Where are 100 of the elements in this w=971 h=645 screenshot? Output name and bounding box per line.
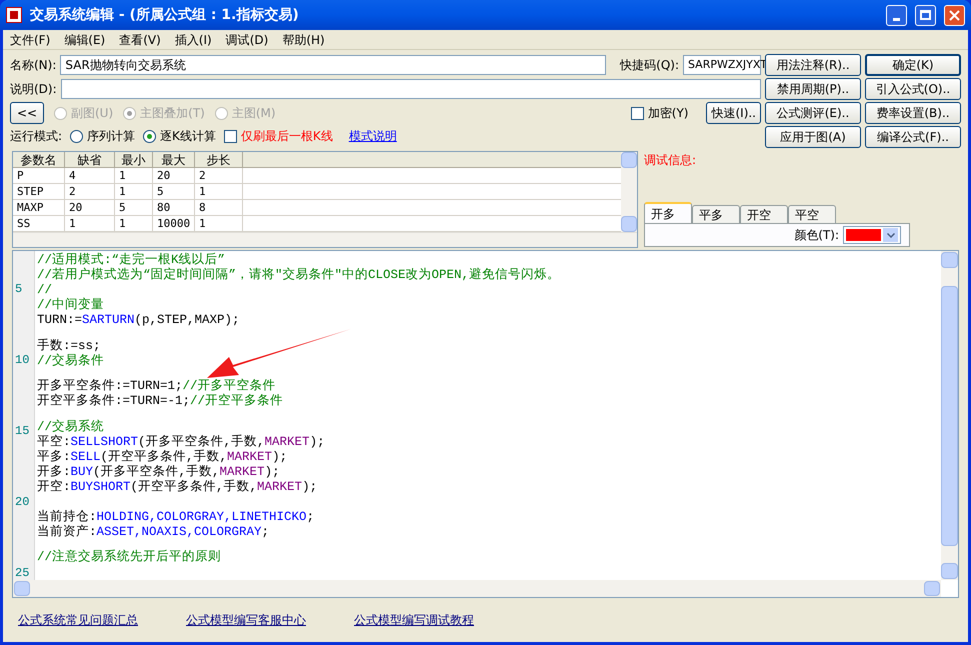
table-cell: 5 (153, 184, 195, 200)
dialog-button[interactable]: 应用于图(A) (765, 126, 861, 148)
code-text: ); (302, 478, 318, 496)
signal-tab[interactable]: 平多 (692, 205, 740, 223)
dialog-button[interactable]: 编译公式(F).. (865, 126, 961, 148)
collapse-button[interactable]: << (10, 102, 44, 124)
color-dropdown[interactable] (843, 226, 901, 244)
code-text: (开多平空条件,手数, (138, 434, 265, 450)
quick-button[interactable]: 快速(I).. (706, 102, 761, 124)
maximize-button[interactable] (915, 4, 936, 26)
minimize-button[interactable] (886, 4, 907, 26)
help-link[interactable]: 公式系统常见问题汇总 (18, 611, 138, 629)
close-button[interactable] (944, 4, 965, 26)
horizontal-scrollbar[interactable] (13, 580, 941, 597)
code-comment: //适用模式:“走完一根K线以后” (37, 252, 226, 268)
radio-label: 副图(U) (71, 105, 114, 122)
radio-label: 逐K线计算 (160, 128, 216, 145)
column-header[interactable]: 最小 (115, 152, 153, 168)
code-text: 开多: (37, 464, 71, 480)
table-cell: 80 (153, 200, 195, 216)
dialog-button[interactable]: 用法注释(R).. (765, 54, 861, 76)
menu-item[interactable]: 文件(F) (10, 30, 50, 48)
name-field[interactable]: SAR抛物转向交易系统 (60, 55, 606, 75)
code-text: ); (264, 464, 280, 481)
radio-label: 主图叠加(T) (140, 105, 205, 122)
code-text: (开空平多条件,手数, (100, 448, 228, 464)
column-header[interactable]: 最大 (153, 152, 195, 168)
shortcut-label: 快捷码(Q): (620, 57, 679, 74)
code-text: 开空平多条件:=TURN=-1; (37, 392, 190, 410)
line-number: 5 (15, 280, 22, 298)
code-keyword: SELLSHORT (70, 434, 138, 450)
menu-item[interactable]: 帮助(H) (282, 30, 325, 48)
code-text: ); (272, 448, 288, 466)
table-cell: 1 (115, 168, 153, 184)
description-field[interactable] (60, 79, 761, 99)
code-constant: MARKET (257, 478, 302, 496)
checkbox-label: 仅刷最后一根K线 (240, 128, 333, 145)
column-header[interactable]: 缺省 (65, 152, 115, 168)
signal-tab[interactable]: 开空 (740, 205, 788, 223)
dialog-button[interactable]: 确定(K) (865, 54, 961, 76)
line-number: 15 (15, 422, 30, 440)
checkbox[interactable] (224, 130, 237, 142)
mode-link[interactable]: 模式说明 (348, 127, 397, 145)
table-cell: 1 (195, 184, 243, 200)
column-header[interactable]: 步长 (195, 152, 243, 168)
code-keyword: HOLDING,COLORGRAY,LINETHICKO (96, 508, 307, 526)
radio-label: 主图(M) (232, 105, 276, 122)
table-cell: 2 (195, 168, 243, 184)
help-link[interactable]: 公式模型编写客服中心 (186, 611, 306, 629)
color-label: 颜色(T): (794, 227, 839, 244)
signal-tab[interactable]: 平空 (788, 205, 836, 223)
code-keyword: BUY (70, 464, 94, 481)
code-comment: //交易系统 (37, 418, 104, 434)
radio-button[interactable] (143, 130, 156, 142)
run-mode-label: 运行模式: (10, 128, 62, 145)
column-header[interactable]: 参数名 (13, 152, 65, 168)
code-text: 开空: (37, 478, 71, 496)
table-cell: STEP (13, 184, 65, 200)
vertical-scrollbar[interactable] (941, 251, 958, 580)
debug-info-label: 调试信息: (644, 152, 698, 169)
signal-tab[interactable]: 开多 (644, 202, 692, 223)
code-text: (p,STEP,MAXP); (134, 312, 240, 330)
code-text: ; (262, 524, 270, 541)
code-text: 当前持仓: (37, 508, 97, 524)
dialog-button[interactable]: 公式测评(E).. (765, 102, 861, 124)
horizontal-scrollbar[interactable] (13, 232, 637, 247)
code-comment: //中间变量 (37, 296, 104, 314)
dialog-button[interactable]: 禁用周期(P).. (765, 78, 861, 100)
checkbox-label: 加密(Y) (648, 105, 688, 122)
minimize-icon (893, 18, 900, 20)
menu-item[interactable]: 调试(D) (226, 30, 268, 48)
menu-item[interactable]: 插入(I) (174, 30, 212, 48)
app-icon (6, 7, 22, 23)
code-editor[interactable] (12, 250, 959, 598)
code-comment: //注意交易系统先开后平的原则 (37, 548, 222, 566)
menu-item[interactable]: 查看(V) (119, 30, 161, 48)
dialog-button[interactable]: 引入公式(O).. (865, 78, 961, 100)
dialog-button[interactable]: 费率设置(B).. (865, 102, 961, 124)
table-cell: 20 (153, 168, 195, 184)
vertical-scrollbar[interactable] (621, 152, 637, 232)
code-constant: MARKET (264, 434, 310, 451)
checkbox[interactable] (630, 106, 644, 120)
code-text: 平空: (37, 434, 71, 450)
table-cell: 1 (115, 184, 153, 200)
code-comment: //交易条件 (37, 352, 104, 370)
radio-label: 序列计算 (87, 128, 136, 145)
code-text: 手数:=ss; (37, 338, 101, 354)
code-comment: //开空平多条件 (190, 392, 284, 410)
code-text: (开空平多条件,手数, (130, 478, 258, 496)
table-cell: MAXP (13, 200, 65, 216)
table-cell: 5 (115, 200, 153, 216)
radio-button[interactable] (70, 130, 84, 142)
table-cell: 20 (65, 200, 115, 216)
table-cell: 8 (195, 200, 243, 216)
window-title: 交易系统编辑 - (所属公式组 : 1.指标交易) (30, 6, 299, 24)
line-number: 25 (15, 564, 30, 582)
help-link[interactable]: 公式模型编写调试教程 (354, 611, 474, 629)
menu-item[interactable]: 编辑(E) (64, 30, 106, 48)
code-keyword: ASSET,NOAXIS,COLORGRAY (96, 524, 262, 541)
table-cell: 2 (65, 184, 115, 200)
